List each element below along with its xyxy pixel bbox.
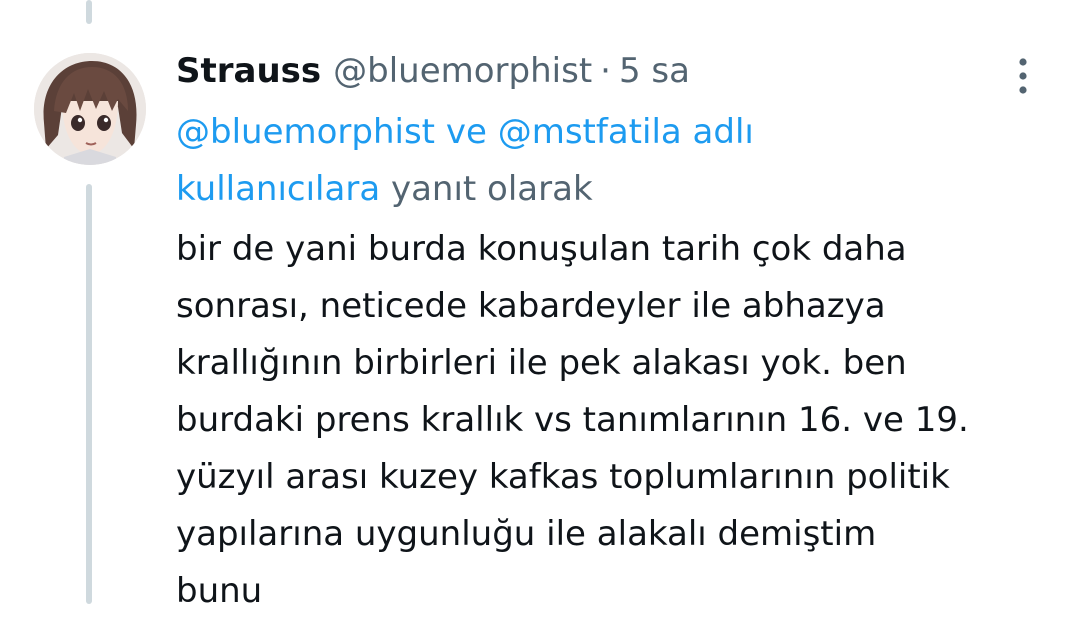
reply-suffix: yanıt olarak (390, 169, 593, 209)
more-vertical-icon (1019, 58, 1027, 94)
tweet-text-line: sonrası, neticede kabardeyler ile abhazy… (176, 286, 886, 326)
tweet-text-line: burdaki prens krallık vs tanımlarının 16… (176, 400, 969, 440)
tweet-text: bir de yani burda konuşulan tarih çok da… (176, 221, 1056, 620)
tweet-header: Strauss @bluemorphist · 5 sa (176, 48, 690, 94)
tweet-text-line: bunu (176, 571, 263, 611)
author-display-name[interactable]: Strauss (176, 48, 321, 94)
mention-bluemorphist[interactable]: @bluemorphist (176, 112, 435, 152)
tweet-timestamp[interactable]: 5 sa (619, 48, 690, 94)
author-handle[interactable]: @bluemorphist (333, 48, 592, 94)
tweet-text-line: yüzyıl arası kuzey kafkas toplumlarının … (176, 457, 950, 497)
tweet-text-line: krallığının birbirleri ile pek alakası y… (176, 343, 907, 383)
reply-context: @bluemorphist ve @mstfatila adlı kullanı… (176, 104, 896, 218)
avatar[interactable] (34, 53, 146, 165)
mention-mstfatila[interactable]: @mstfatila (498, 112, 682, 152)
thread-line-top (86, 0, 92, 24)
thread-line-bottom (86, 184, 92, 604)
tweet-text-line: yapılarına uygunluğu ile alakalı demişti… (176, 514, 877, 554)
header-separator: · (600, 51, 611, 91)
reply-users-link[interactable]: kullanıcılara (176, 169, 380, 209)
anime-avatar-icon (34, 53, 146, 165)
more-options-button[interactable] (1006, 56, 1040, 96)
tweet-text-line: bir de yani burda konuşulan tarih çok da… (176, 229, 907, 269)
mention-suffix[interactable]: adlı (693, 112, 754, 152)
reply-connector[interactable]: ve (446, 112, 487, 152)
